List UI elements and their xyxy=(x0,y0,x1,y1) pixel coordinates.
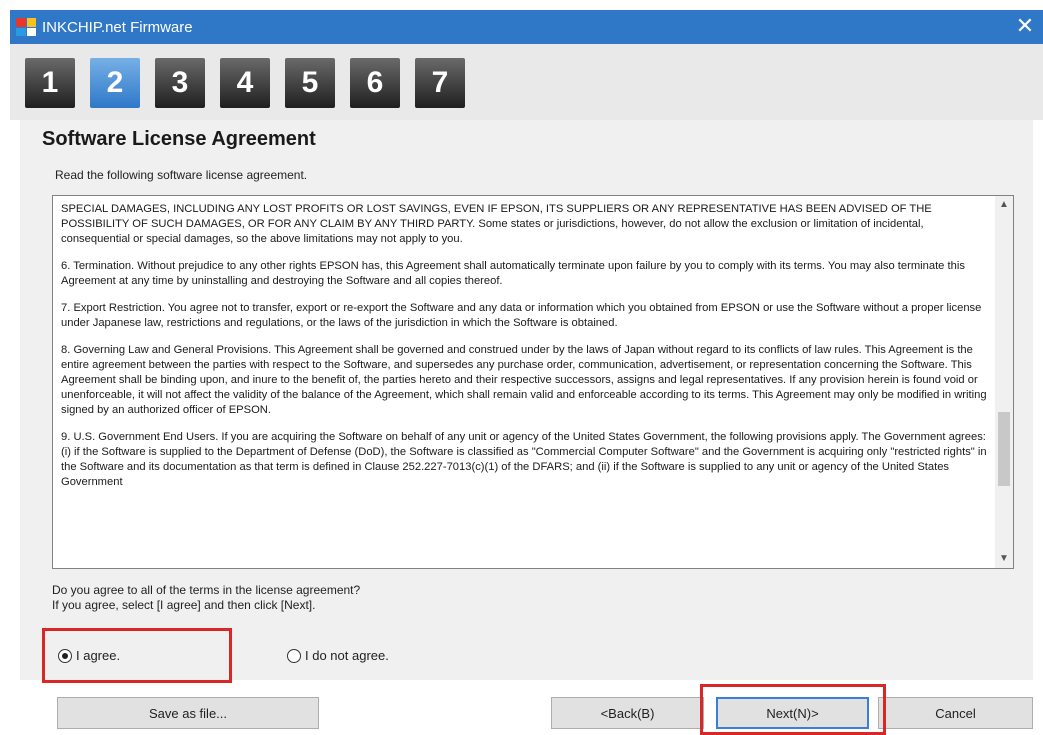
vertical-scrollbar[interactable]: ▲ ▼ xyxy=(995,196,1013,568)
license-paragraph: 7. Export Restriction. You agree not to … xyxy=(61,302,982,329)
step-3: 3 xyxy=(155,58,205,108)
back-button[interactable]: <Back(B) xyxy=(551,697,704,729)
step-5: 5 xyxy=(285,58,335,108)
close-icon[interactable]: ✕ xyxy=(1011,12,1039,40)
license-text: SPECIAL DAMAGES, INCLUDING ANY LOST PROF… xyxy=(61,202,991,564)
title-bar: INKCHIP.net Firmware ✕ xyxy=(10,10,1043,44)
license-paragraph: SPECIAL DAMAGES, INCLUDING ANY LOST PROF… xyxy=(61,203,932,245)
step-4: 4 xyxy=(220,58,270,108)
radio-disagree[interactable]: I do not agree. xyxy=(287,648,389,663)
license-paragraph: 6. Termination. Without prejudice to any… xyxy=(61,260,965,287)
step-7: 7 xyxy=(415,58,465,108)
radio-disagree-label: I do not agree. xyxy=(305,648,389,663)
license-paragraph: 8. Governing Law and General Provisions.… xyxy=(61,344,987,416)
question-line-2: If you agree, select [I agree] and then … xyxy=(52,598,316,612)
instruction-text: Read the following software license agre… xyxy=(55,168,308,182)
scroll-down-icon[interactable]: ▼ xyxy=(995,550,1013,568)
step-indicator: 1 2 3 4 5 6 7 xyxy=(10,44,1043,120)
step-1: 1 xyxy=(25,58,75,108)
question-line-1: Do you agree to all of the terms in the … xyxy=(52,583,361,597)
step-2: 2 xyxy=(90,58,140,108)
app-icon xyxy=(16,18,36,36)
cancel-button[interactable]: Cancel xyxy=(878,697,1033,729)
highlight-next-box xyxy=(700,684,886,735)
page-title: Software License Agreement xyxy=(42,128,316,150)
radio-unchecked-icon[interactable] xyxy=(287,648,301,663)
save-as-file-button[interactable]: Save as file... xyxy=(57,697,319,729)
window-title: INKCHIP.net Firmware xyxy=(42,18,193,36)
scroll-thumb[interactable] xyxy=(998,412,1010,486)
license-paragraph: 9. U.S. Government End Users. If you are… xyxy=(61,431,987,488)
highlight-agree-box xyxy=(42,628,232,683)
step-6: 6 xyxy=(350,58,400,108)
agreement-question: Do you agree to all of the terms in the … xyxy=(52,583,360,613)
license-text-box[interactable]: SPECIAL DAMAGES, INCLUDING ANY LOST PROF… xyxy=(52,195,1014,569)
scroll-up-icon[interactable]: ▲ xyxy=(995,196,1013,214)
